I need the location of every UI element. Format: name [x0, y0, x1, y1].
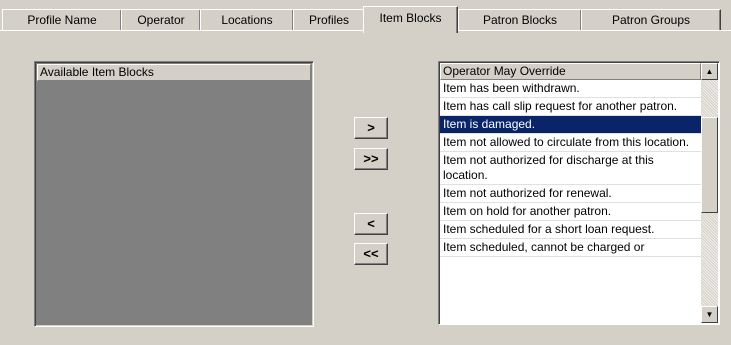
list-item[interactable]: Item scheduled, cannot be charged or — [440, 239, 701, 257]
scroll-up-button[interactable]: ▲ — [701, 63, 718, 80]
tab-locations[interactable]: Locations — [200, 9, 294, 30]
tab-operator[interactable]: Operator — [121, 9, 201, 30]
list-item-selected[interactable]: Item is damaged. — [440, 116, 701, 134]
tab-profiles[interactable]: Profiles — [293, 9, 365, 30]
scroll-down-button[interactable]: ▼ — [701, 306, 718, 323]
vertical-scrollbar[interactable]: ▲ ▼ — [701, 63, 718, 323]
triangle-down-icon: ▼ — [705, 310, 714, 319]
scroll-thumb[interactable] — [701, 117, 718, 213]
available-item-blocks-header[interactable]: Available Item Blocks — [37, 64, 311, 81]
tab-patron-blocks[interactable]: Patron Blocks — [458, 9, 582, 30]
list-item[interactable]: Item has been withdrawn. — [440, 80, 701, 98]
tab-profile-name[interactable]: Profile Name — [2, 9, 122, 30]
tab-item-blocks-label: Item Blocks — [379, 11, 442, 25]
add-selected-button[interactable]: > — [354, 117, 388, 139]
tab-patron-blocks-label: Patron Blocks — [482, 13, 558, 27]
tab-item-blocks[interactable]: Item Blocks — [363, 6, 458, 33]
tab-locations-label: Locations — [221, 13, 273, 27]
tab-operator-label: Operator — [137, 13, 185, 27]
remove-selected-button[interactable]: < — [354, 213, 388, 235]
add-all-button[interactable]: >> — [354, 148, 388, 170]
list-item[interactable]: Item not authorized for renewal. — [440, 185, 701, 203]
list-item[interactable]: Item on hold for another patron. — [440, 203, 701, 221]
tab-profiles-label: Profiles — [308, 13, 349, 27]
triangle-up-icon: ▲ — [705, 67, 714, 76]
operator-may-override-header[interactable]: Operator May Override — [440, 63, 701, 80]
tab-patron-groups-label: Patron Groups — [611, 13, 691, 27]
tab-patron-groups[interactable]: Patron Groups — [581, 9, 721, 30]
list-item[interactable]: Item scheduled for a short loan request. — [440, 221, 701, 239]
tab-bar: Profile Name Operator Locations Profiles… — [0, 0, 731, 33]
operator-may-override-list[interactable]: Operator May Override Item has been with… — [438, 61, 720, 325]
remove-all-button[interactable]: << — [354, 243, 388, 265]
list-item[interactable]: Item not allowed to circulate from this … — [440, 134, 701, 152]
override-rows: Item has been withdrawn. Item has call s… — [440, 80, 701, 323]
list-item[interactable]: Item not authorized for discharge at thi… — [440, 152, 701, 185]
tab-profile-name-label: Profile Name — [27, 13, 97, 27]
list-item[interactable]: Item has call slip request for another p… — [440, 98, 701, 116]
available-item-blocks-list[interactable]: Available Item Blocks — [34, 61, 314, 327]
